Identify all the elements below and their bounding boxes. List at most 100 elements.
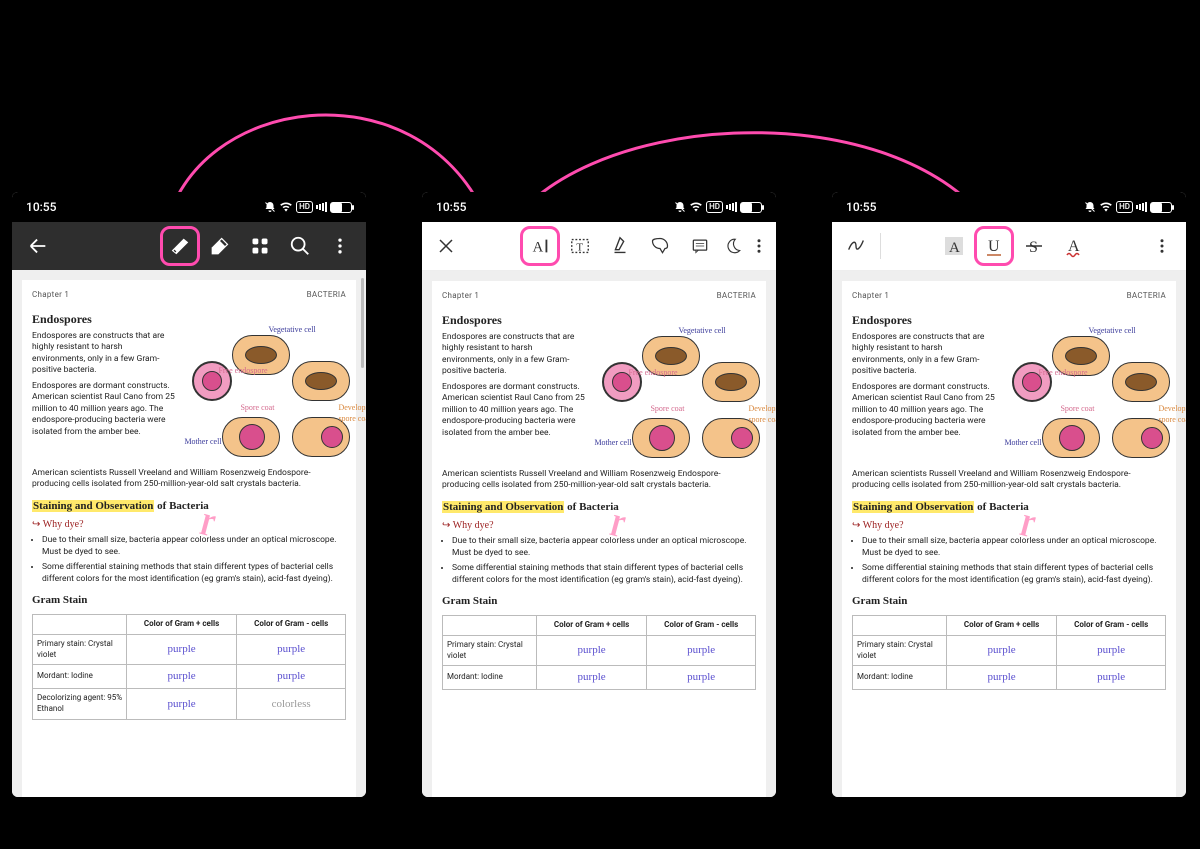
heading-gram: Gram Stain xyxy=(32,593,346,608)
hd-badge: HD xyxy=(706,201,723,213)
heading-staining: Staining and Observation of Bacteria xyxy=(442,500,756,515)
bullet-1: Due to their small size, bacteria appear… xyxy=(452,536,756,559)
search-button[interactable] xyxy=(280,226,320,266)
para-2: Endospores are dormant constructs. Ameri… xyxy=(852,382,996,439)
more-button[interactable] xyxy=(746,226,772,266)
close-button[interactable] xyxy=(426,226,466,266)
document-viewport[interactable]: Chapter 1BACTERIA Endospores Endospores … xyxy=(832,271,1186,797)
more-button[interactable] xyxy=(320,226,360,266)
more-button[interactable] xyxy=(1142,226,1182,266)
bullet-2: Some differential staining methods that … xyxy=(42,562,346,585)
diag-free: Free endospore xyxy=(218,367,267,375)
gram-table: Color of Gram + cellsColor of Gram - cel… xyxy=(442,615,756,690)
status-bar: 10:55 HD xyxy=(12,192,366,222)
signal-icon xyxy=(1136,202,1147,212)
chapter-label: Chapter 1 xyxy=(442,291,479,302)
wifi-icon xyxy=(689,201,703,213)
wifi-icon xyxy=(1099,201,1113,213)
battery-icon xyxy=(740,202,762,213)
handwritten-why-dye: ↪ Why dye? xyxy=(852,519,1166,533)
wifi-icon xyxy=(279,201,293,213)
squiggly-button[interactable]: A xyxy=(1054,226,1094,266)
shape-button[interactable] xyxy=(640,226,680,266)
back-button[interactable] xyxy=(18,226,58,266)
heading-staining: Staining and Observation of Bacteria xyxy=(32,499,346,514)
chapter-label: Chapter 1 xyxy=(852,291,889,302)
dnd-icon xyxy=(264,201,276,213)
svg-text:U: U xyxy=(988,238,1000,255)
screen-3: 10:55 HD A U S A Chapter 1 BACTERIA Endos… xyxy=(832,192,1186,797)
strikethrough-button[interactable]: S xyxy=(1014,226,1054,266)
annotate-button[interactable] xyxy=(160,226,200,266)
document-viewport[interactable]: Chapter 1BACTERIA Endospores Endospores … xyxy=(422,271,776,797)
page: Chapter 1BACTERIA Endospores Endospores … xyxy=(842,281,1176,797)
hd-badge: HD xyxy=(296,201,313,213)
signal-icon xyxy=(316,202,327,212)
endospore-diagram: Vegetative cell Free endospore Spore coa… xyxy=(182,331,346,466)
gram-table: Color of Gram + cellsColor of Gram - cel… xyxy=(32,614,346,720)
svg-text:A: A xyxy=(949,240,960,256)
diag-dev: Developing spore coat xyxy=(338,403,366,425)
para-1: Endospores are constructs that are highl… xyxy=(852,332,996,378)
grid-view-button[interactable] xyxy=(240,226,280,266)
signal-icon xyxy=(726,202,737,212)
para-2: Endospores are dormant constructs. Ameri… xyxy=(442,382,586,439)
status-icons: HD xyxy=(1084,201,1172,213)
endospore-diagram: Vegetative cell Free endospore Spore coa… xyxy=(1002,332,1166,467)
chapter-label: Chapter 1 xyxy=(32,290,69,301)
underline-button[interactable]: U xyxy=(974,226,1014,266)
para-3: American scientists Russell Vreeland and… xyxy=(852,469,1166,492)
bullet-2: Some differential staining methods that … xyxy=(862,563,1166,586)
highlight-button[interactable]: A xyxy=(934,226,974,266)
battery-icon xyxy=(1150,202,1172,213)
bullet-2: Some differential staining methods that … xyxy=(452,563,756,586)
heading-gram: Gram Stain xyxy=(852,594,1166,609)
highlighter-button[interactable] xyxy=(600,226,640,266)
text-markup-button[interactable]: A xyxy=(520,226,560,266)
document-viewport[interactable]: Chapter 1BACTERIA Endospores Endospores … xyxy=(12,270,366,797)
handwritten-why-dye: ↪ Why dye? xyxy=(442,519,756,533)
status-time: 10:55 xyxy=(846,200,876,214)
status-icons: HD xyxy=(264,201,352,213)
status-bar: 10:55 HD xyxy=(832,192,1186,222)
para-3: American scientists Russell Vreeland and… xyxy=(442,469,756,492)
night-button[interactable] xyxy=(720,226,746,266)
textbox-button[interactable]: T xyxy=(560,226,600,266)
battery-icon xyxy=(330,202,352,213)
divider xyxy=(880,233,881,259)
svg-text:A: A xyxy=(533,240,544,256)
diag-vegetative: Vegetative cell xyxy=(268,325,315,336)
page: Chapter 1BACTERIA Endospores Endospores … xyxy=(22,280,356,797)
status-icons: HD xyxy=(674,201,762,213)
diag-spore: Spore coat xyxy=(240,403,274,414)
status-bar: 10:55 HD xyxy=(422,192,776,222)
dnd-icon xyxy=(1084,201,1096,213)
edit-button[interactable] xyxy=(200,226,240,266)
topic-label: BACTERIA xyxy=(307,290,346,301)
text-markup-toolbar: A U S A xyxy=(832,222,1186,271)
topic-label: BACTERIA xyxy=(1127,291,1166,302)
heading-staining: Staining and Observation of Bacteria xyxy=(852,500,1166,515)
status-time: 10:55 xyxy=(26,200,56,214)
bullet-1: Due to their small size, bacteria appear… xyxy=(862,536,1166,559)
hd-badge: HD xyxy=(1116,201,1133,213)
page: Chapter 1BACTERIA Endospores Endospores … xyxy=(432,281,766,797)
endospore-diagram: Vegetative cell Free endospore Spore coa… xyxy=(592,332,756,467)
gram-table: Color of Gram + cellsColor of Gram - cel… xyxy=(852,615,1166,690)
scrollbar[interactable] xyxy=(361,278,364,368)
heading-gram: Gram Stain xyxy=(442,594,756,609)
main-toolbar xyxy=(12,222,366,270)
status-time: 10:55 xyxy=(436,200,466,214)
annotation-toolbar: A T xyxy=(422,222,776,271)
para-1: Endospores are constructs that are highl… xyxy=(32,331,176,377)
screen-1: 10:55 HD Chapter 1BACTERIA Endospores En… xyxy=(12,192,366,797)
freehand-button[interactable] xyxy=(836,226,876,266)
topic-label: BACTERIA xyxy=(717,291,756,302)
note-button[interactable] xyxy=(680,226,720,266)
svg-text:A: A xyxy=(1068,238,1080,255)
diag-mother: Mother cell xyxy=(184,437,224,448)
para-2: Endospores are dormant constructs. Ameri… xyxy=(32,381,176,438)
dnd-icon xyxy=(674,201,686,213)
bullet-1: Due to their small size, bacteria appear… xyxy=(42,535,346,558)
screen-2: 10:55 HD A T Chapter 1 BACTERIA Endospore… xyxy=(422,192,776,797)
